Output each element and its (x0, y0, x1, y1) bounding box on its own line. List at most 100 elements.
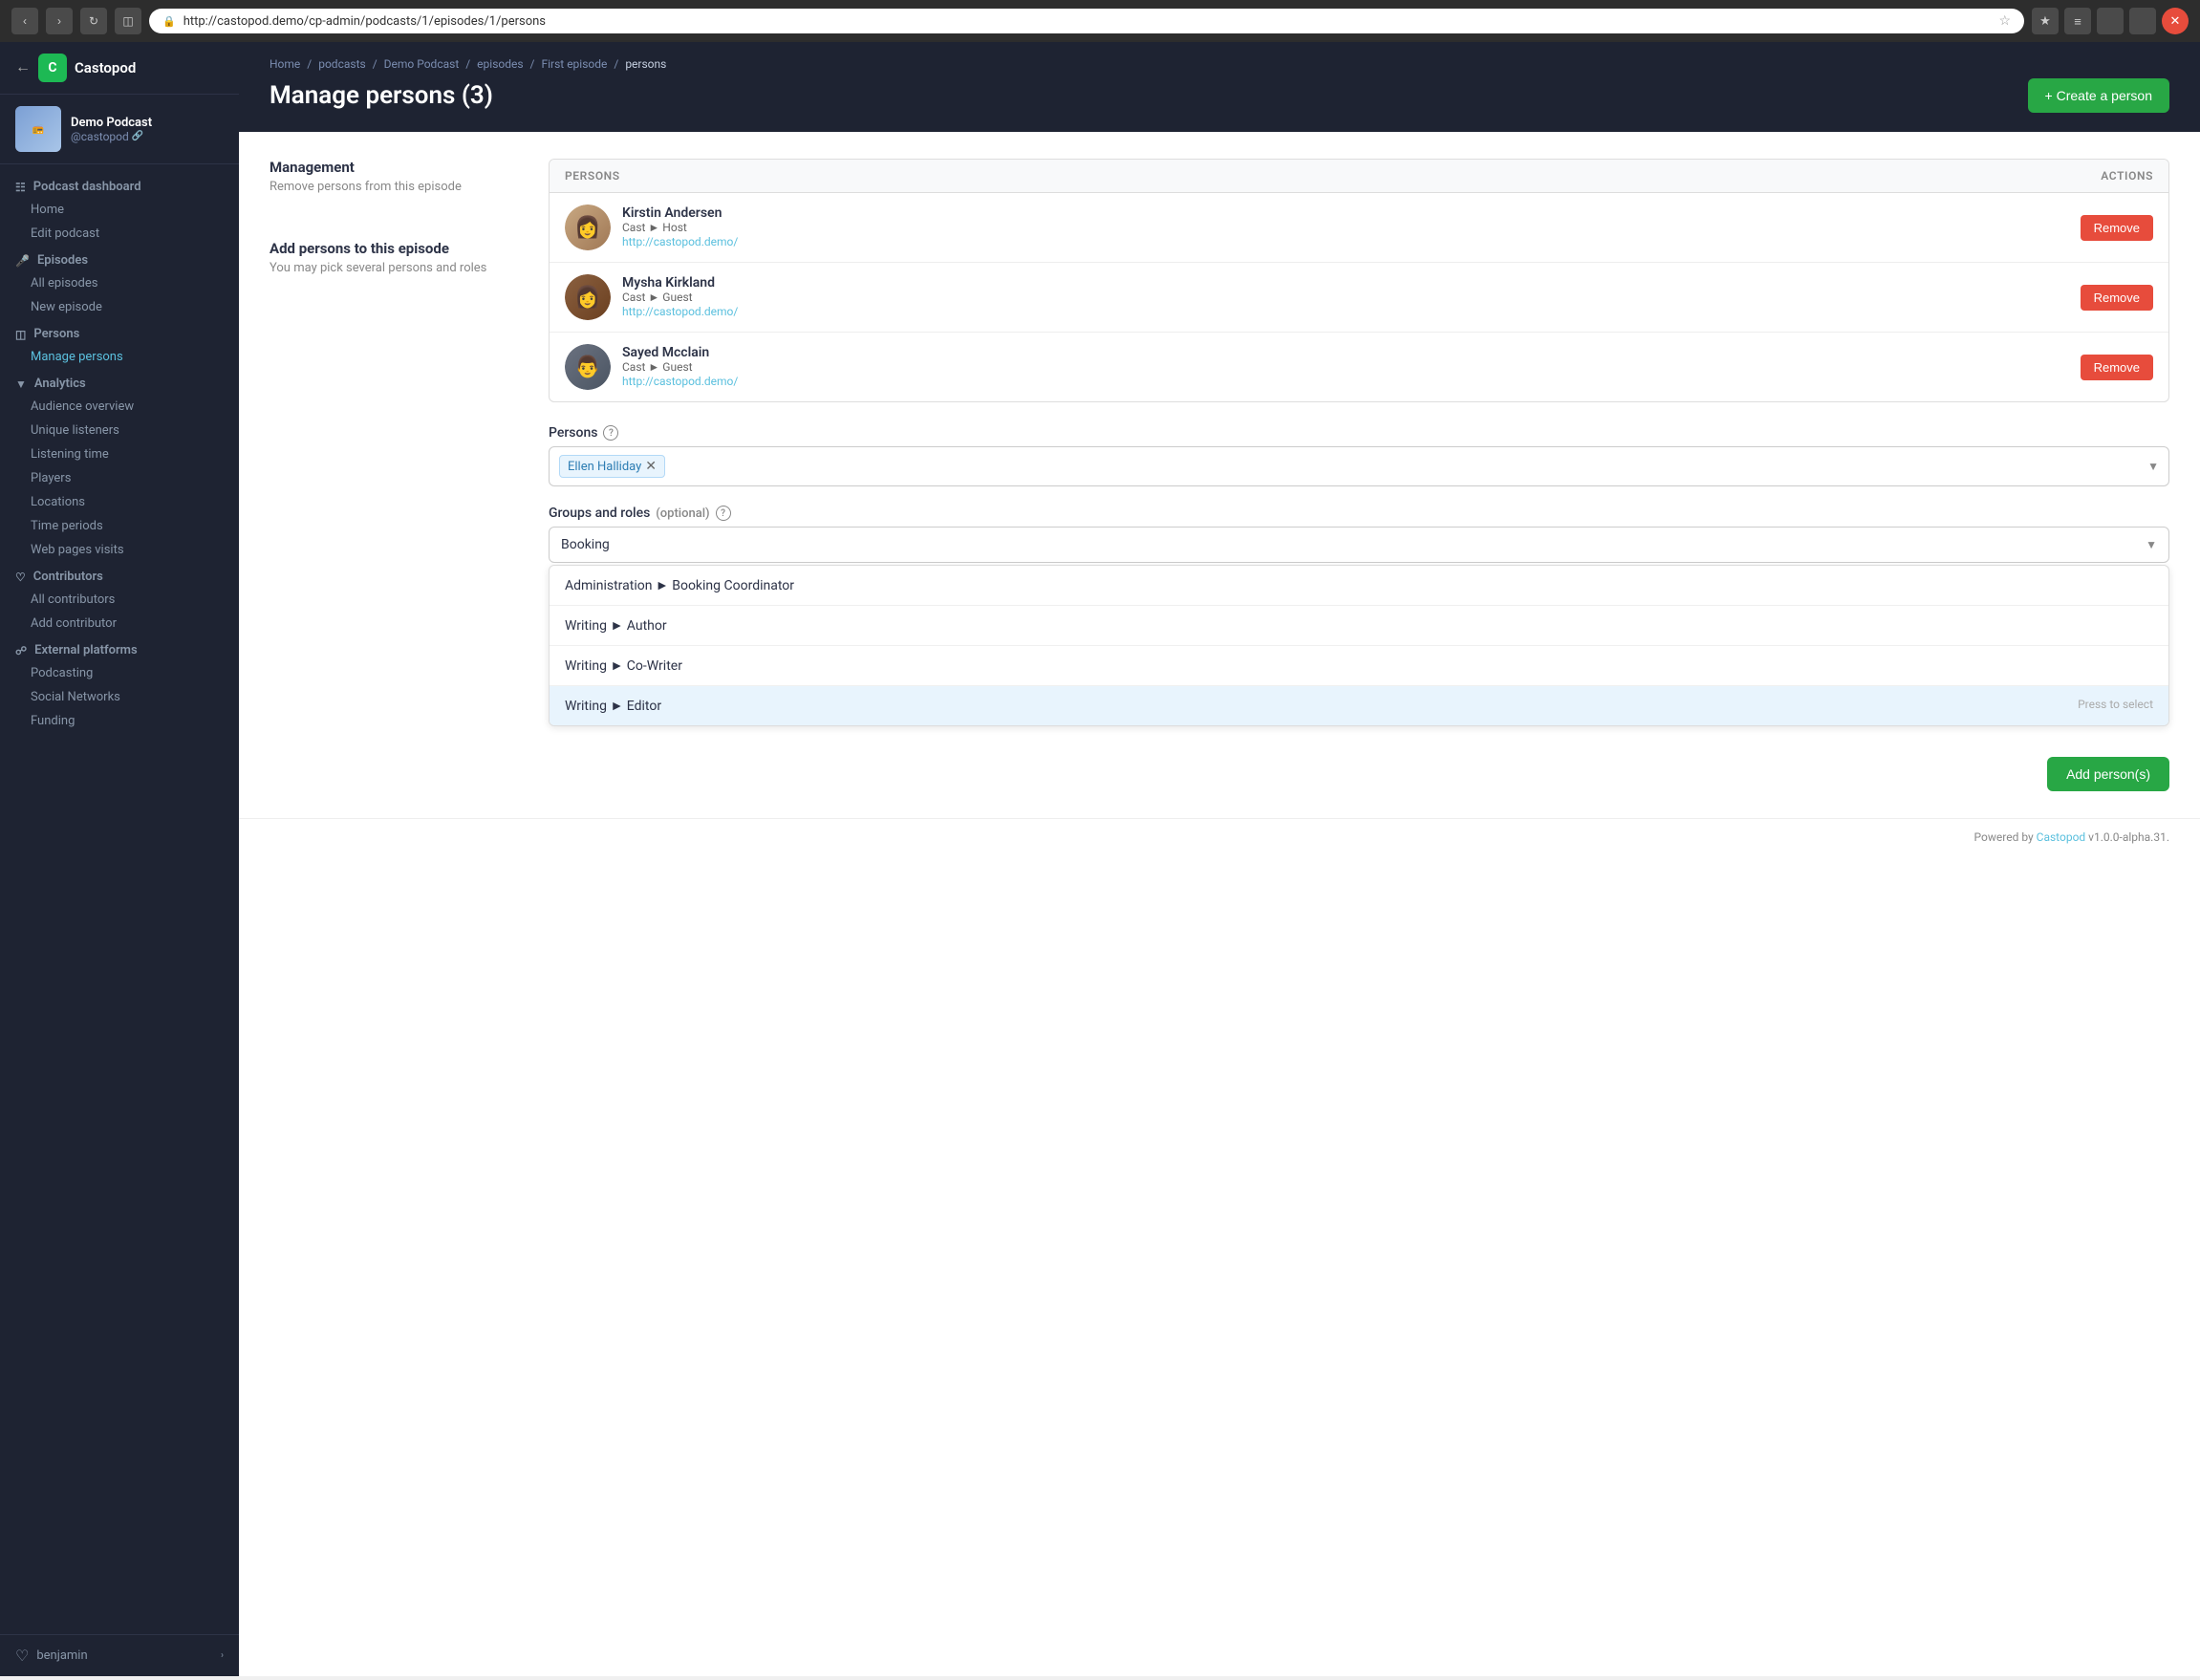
tag-remove-button[interactable]: ✕ (645, 459, 657, 474)
person-name-kirstin: Kirstin Andersen (622, 205, 2069, 221)
groups-dropdown[interactable]: Booking ▼ (549, 527, 2169, 563)
person-row-kirstin: 👩 Kirstin Andersen Cast ► Host http://ca… (550, 193, 2168, 263)
groups-field-label: Groups and roles (optional) ? (549, 506, 2169, 521)
external-icon: ☍ (15, 644, 27, 657)
person-link-mysha[interactable]: http://castopod.demo/ (622, 305, 738, 318)
add-persons-title: Add persons to this episode (270, 240, 518, 257)
browser-actions: ★ ≡ ✕ (2032, 8, 2189, 34)
press-hint: Press to select (2078, 698, 2153, 711)
sidebar-item-manage-persons[interactable]: Manage persons (0, 345, 239, 369)
person-name-sayed: Sayed Mcclain (622, 345, 2069, 360)
breadcrumb-podcasts[interactable]: podcasts (318, 57, 365, 71)
person-name-mysha: Mysha Kirkland (622, 275, 2069, 291)
breadcrumb-current: persons (625, 57, 666, 71)
content-grid: Management Remove persons from this epis… (270, 159, 2169, 791)
podcast-details: Demo Podcast @castopod 🔗 (71, 116, 152, 143)
dropdown-option-cowriter[interactable]: Writing ► Co-Writer (550, 646, 2168, 686)
address-bar[interactable]: 🔒 http://castopod.demo/cp-admin/podcasts… (149, 9, 2024, 33)
sidebar-item-edit-podcast[interactable]: Edit podcast (0, 222, 239, 246)
dropdown-option-booking[interactable]: Administration ► Booking Coordinator (550, 566, 2168, 606)
sidebar-item-audience-overview[interactable]: Audience overview (0, 395, 239, 419)
sidebar-user[interactable]: ♡ benjamin › (0, 1634, 239, 1676)
person-role-sayed: Cast ► Guest (622, 360, 2069, 374)
dropdown-arrow-icon: ▼ (2146, 538, 2157, 551)
dropdown-option-author[interactable]: Writing ► Author (550, 606, 2168, 646)
col-actions-label: ACTIONS (2101, 169, 2153, 183)
refresh-button[interactable]: ↻ (80, 8, 107, 34)
analytics-icon: ▼ (15, 377, 27, 391)
extensions-button[interactable]: ★ (2032, 8, 2059, 34)
remove-button-mysha[interactable]: Remove (2081, 285, 2153, 311)
main-content: Home / podcasts / Demo Podcast / episode… (239, 42, 2200, 1676)
sidebar-item-time-periods[interactable]: Time periods (0, 514, 239, 538)
table-header: PERSONS ACTIONS (550, 160, 2168, 193)
sidebar-item-locations[interactable]: Locations (0, 490, 239, 514)
management-desc: Remove persons from this episode (270, 180, 518, 194)
app-container: ← C Castopod 📻 Demo Podcast @castopod 🔗 … (0, 42, 2200, 1676)
persons-icon: ◫ (15, 328, 26, 341)
page-title: Manage persons (3) (270, 81, 493, 110)
person-link-kirstin[interactable]: http://castopod.demo/ (622, 235, 738, 248)
contributors-icon: ♡ (15, 571, 26, 584)
sidebar-header: ← C Castopod (0, 42, 239, 95)
podcast-thumbnail: 📻 (15, 106, 61, 152)
forward-button[interactable]: › (46, 8, 73, 34)
breadcrumb-home[interactable]: Home (270, 57, 300, 71)
page-title-row: Manage persons (3) + Create a person (270, 78, 2169, 113)
minimize-button[interactable] (2097, 8, 2124, 34)
lock-icon: 🔒 (162, 15, 176, 28)
sidebar-item-all-contributors[interactable]: All contributors (0, 588, 239, 612)
select-arrow-icon: ▼ (2147, 460, 2159, 473)
back-button[interactable]: ‹ (11, 8, 38, 34)
breadcrumb-episodes[interactable]: episodes (477, 57, 523, 71)
sidebar-back-button[interactable]: ← (15, 59, 31, 76)
create-person-button[interactable]: + Create a person (2028, 78, 2169, 113)
nav-section-episodes: 🎤 Episodes (0, 246, 239, 271)
sidebar-item-all-episodes[interactable]: All episodes (0, 271, 239, 295)
sidebar-item-podcasting[interactable]: Podcasting (0, 661, 239, 685)
sidebar-item-add-contributor[interactable]: Add contributor (0, 612, 239, 635)
app-logo: C (38, 54, 67, 82)
username: benjamin (36, 1648, 87, 1663)
castopod-link[interactable]: Castopod (2037, 830, 2086, 844)
breadcrumb-first-episode[interactable]: First episode (541, 57, 607, 71)
dropdown-selected-value: Booking (561, 537, 2146, 552)
nav-section-podcast-dashboard: ☷ Podcast dashboard (0, 172, 239, 198)
groups-help-icon[interactable]: ? (716, 506, 731, 521)
breadcrumb-demo-podcast[interactable]: Demo Podcast (384, 57, 460, 71)
star-icon: ☆ (1998, 13, 2011, 29)
remove-button-sayed[interactable]: Remove (2081, 355, 2153, 380)
podcast-info[interactable]: 📻 Demo Podcast @castopod 🔗 (0, 95, 239, 164)
right-column: PERSONS ACTIONS 👩 Kirstin Andersen Cast … (549, 159, 2169, 791)
person-avatar-kirstin: 👩 (565, 205, 611, 250)
sidebar-item-unique-listeners[interactable]: Unique listeners (0, 419, 239, 442)
url-text: http://castopod.demo/cp-admin/podcasts/1… (183, 14, 1992, 29)
dropdown-option-editor[interactable]: Writing ► Editor Press to select (550, 686, 2168, 725)
sidebar-item-listening-time[interactable]: Listening time (0, 442, 239, 466)
content-area: Management Remove persons from this epis… (239, 132, 2200, 818)
menu-button[interactable]: ≡ (2064, 8, 2091, 34)
add-persons-button[interactable]: Add person(s) (2047, 757, 2169, 791)
groups-dropdown-menu: Administration ► Booking Coordinator Wri… (549, 565, 2169, 726)
sidebar-item-funding[interactable]: Funding (0, 709, 239, 733)
remove-button-kirstin[interactable]: Remove (2081, 215, 2153, 241)
person-row-mysha: 👩 Mysha Kirkland Cast ► Guest http://cas… (550, 263, 2168, 333)
close-button[interactable]: ✕ (2162, 8, 2189, 34)
page-header: Home / podcasts / Demo Podcast / episode… (239, 42, 2200, 132)
bookmark-button[interactable]: ◫ (115, 8, 141, 34)
person-role-mysha: Cast ► Guest (622, 291, 2069, 304)
sidebar-item-web-pages-visits[interactable]: Web pages visits (0, 538, 239, 562)
sidebar: ← C Castopod 📻 Demo Podcast @castopod 🔗 … (0, 42, 239, 1676)
management-description: Management Remove persons from this epis… (270, 159, 518, 791)
persons-help-icon[interactable]: ? (603, 425, 618, 441)
person-role-kirstin: Cast ► Host (622, 221, 2069, 234)
person-link-sayed[interactable]: http://castopod.demo/ (622, 375, 738, 388)
col-persons-label: PERSONS (565, 169, 2101, 183)
sidebar-navigation: ☷ Podcast dashboard Home Edit podcast 🎤 … (0, 164, 239, 1634)
persons-select[interactable]: Ellen Halliday ✕ ▼ (549, 446, 2169, 486)
maximize-button[interactable] (2129, 8, 2156, 34)
sidebar-item-new-episode[interactable]: New episode (0, 295, 239, 319)
sidebar-item-players[interactable]: Players (0, 466, 239, 490)
sidebar-item-social-networks[interactable]: Social Networks (0, 685, 239, 709)
sidebar-item-home[interactable]: Home (0, 198, 239, 222)
